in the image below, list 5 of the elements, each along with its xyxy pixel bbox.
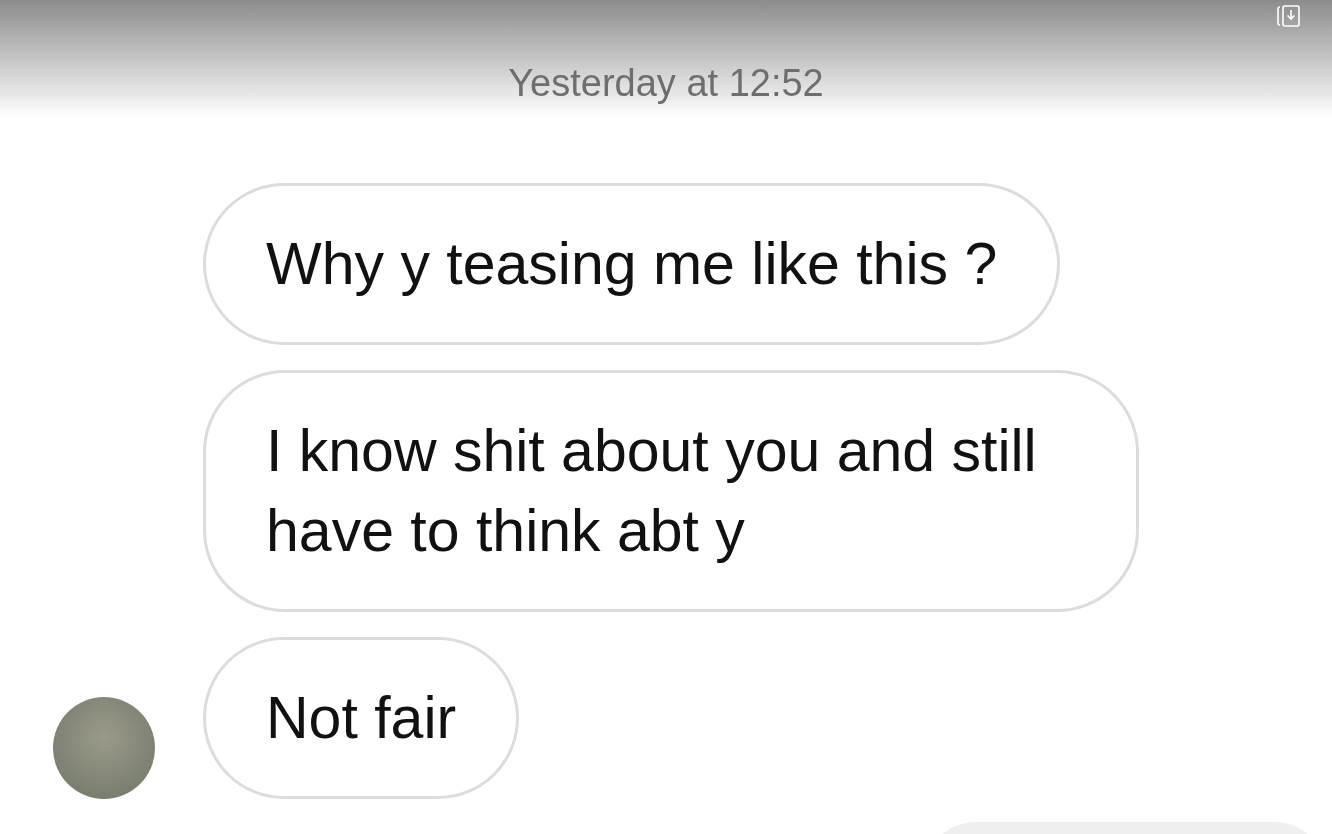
message-bubble: Not fair xyxy=(203,637,520,799)
message-bubble: I know shit about you and still have to think abt y xyxy=(203,370,1139,612)
download-icon[interactable] xyxy=(1276,4,1302,28)
message-bubble: Why y teasing me like this ? xyxy=(203,183,1061,345)
timestamp: Yesterday at 12:52 xyxy=(508,64,824,102)
